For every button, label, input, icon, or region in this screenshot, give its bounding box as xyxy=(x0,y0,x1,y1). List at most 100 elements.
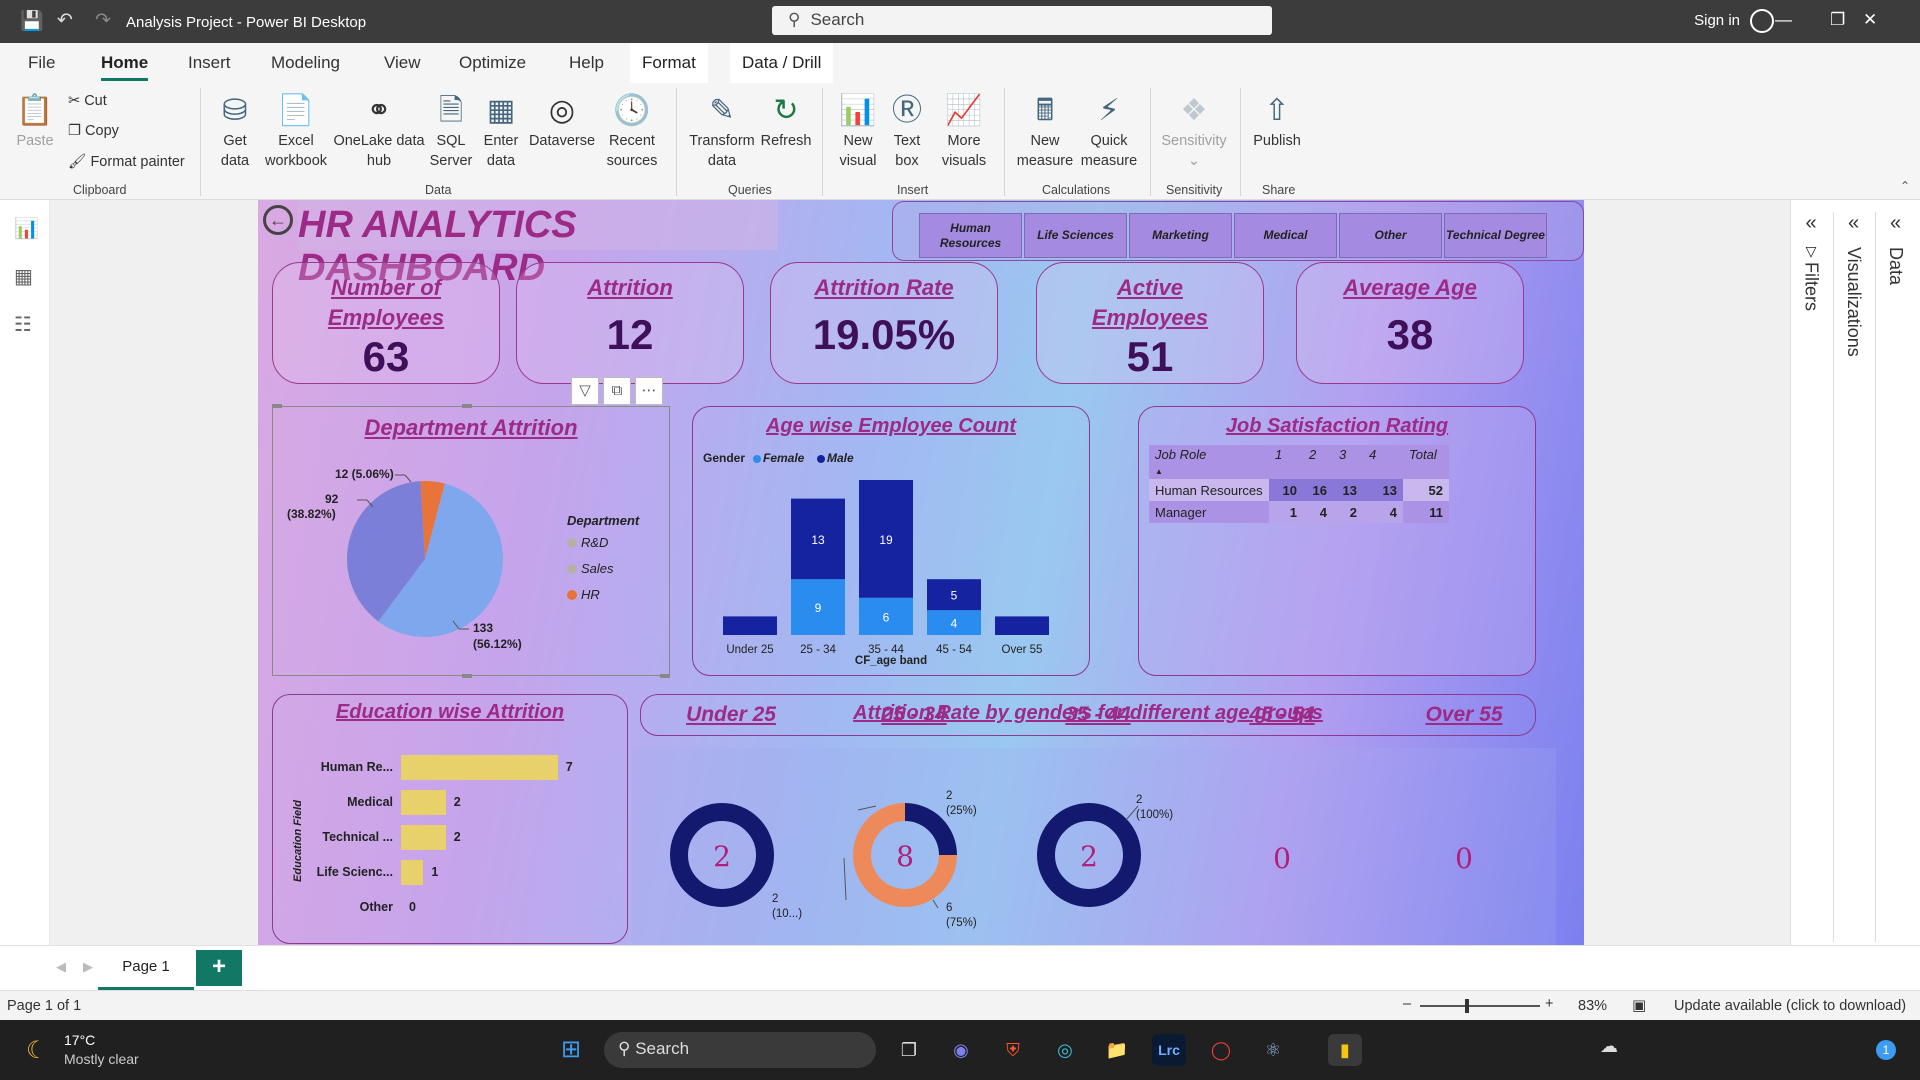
label-leader-line xyxy=(932,899,939,909)
search-icon: ⚲ xyxy=(788,10,801,29)
calculator-icon: 🖩 xyxy=(1036,94,1054,127)
donut-center-value: 0 xyxy=(1273,842,1291,875)
teams-icon[interactable]: ◉ xyxy=(944,1034,978,1066)
minimize-icon[interactable]: — xyxy=(1775,10,1792,30)
report-view-icon[interactable]: 📊 xyxy=(14,216,39,241)
donut-data-label: 2 xyxy=(772,893,779,905)
donut-data-label: (10...) xyxy=(772,908,803,920)
group-label-calculations: Calculations xyxy=(1042,183,1111,197)
zoom-out-button[interactable]: – xyxy=(1403,996,1411,1012)
quick-measure-button[interactable]: ⚡ Quick measure xyxy=(1076,91,1142,171)
copy-button[interactable]: ❐ Copy xyxy=(68,123,119,139)
cut-button[interactable]: ✂ Cut xyxy=(68,93,107,109)
divider xyxy=(1240,88,1241,196)
excel-workbook-button[interactable]: 📄 Excel workbook xyxy=(262,91,330,171)
save-icon[interactable]: 💾 xyxy=(20,9,44,33)
dataverse-button[interactable]: ◎ Dataverse xyxy=(526,91,598,151)
donut-center-value: 2 xyxy=(1080,840,1098,873)
divider xyxy=(822,88,823,196)
weather-icon[interactable]: ☾ xyxy=(26,1036,48,1065)
add-page-button[interactable]: + xyxy=(196,950,242,986)
menu-home[interactable]: Home xyxy=(101,53,149,81)
menu-view[interactable]: View xyxy=(384,53,421,73)
publish-button[interactable]: ⇧ Publish xyxy=(1246,91,1308,151)
undo-icon[interactable]: ↶ xyxy=(57,9,73,32)
more-options-icon[interactable]: ⋯ xyxy=(635,377,663,405)
more-visuals-label-2: visuals xyxy=(941,153,987,169)
sign-in-link[interactable]: Sign in xyxy=(1694,12,1740,29)
zoom-in-button[interactable]: + xyxy=(1545,996,1553,1012)
scroll-left-icon[interactable]: ◀ xyxy=(56,959,66,975)
sensitivity-button[interactable]: ❖ Sensitivity ⌄ xyxy=(1156,91,1232,171)
filters-pane[interactable]: « ▽ Filters xyxy=(1791,212,1831,942)
chevron-left-icon: « xyxy=(1847,212,1860,234)
zoom-slider[interactable] xyxy=(1420,999,1540,1013)
brave-icon[interactable]: ⛨ xyxy=(996,1034,1030,1066)
more-visuals-button[interactable]: 📈 More visuals xyxy=(932,91,996,171)
notification-badge[interactable]: 1 xyxy=(1876,1040,1896,1060)
menu-format[interactable]: Format xyxy=(630,43,708,83)
transform-data-button[interactable]: ✎ Transform data xyxy=(684,91,760,171)
table-view-icon[interactable]: ▦ xyxy=(14,264,33,289)
divider xyxy=(200,88,201,196)
publish-icon: ⇧ xyxy=(1264,94,1290,127)
focus-mode-icon[interactable]: ⧉ xyxy=(603,377,631,405)
new-measure-button[interactable]: 🖩 New measure xyxy=(1012,91,1078,171)
account-icon[interactable] xyxy=(1750,9,1774,33)
enter-data-button[interactable]: ▦ Enter data xyxy=(478,91,524,171)
recent-sources-button[interactable]: 🕓 Recent sources xyxy=(596,91,668,171)
close-icon[interactable]: ✕ xyxy=(1863,10,1877,30)
menu-data-drill[interactable]: Data / Drill xyxy=(730,43,834,83)
menu-help[interactable]: Help xyxy=(569,53,604,73)
menu-optimize[interactable]: Optimize xyxy=(459,53,526,73)
collapse-ribbon-icon[interactable]: ⌃ xyxy=(1900,179,1910,193)
more-visuals-icon: 📈 xyxy=(945,94,983,127)
sql-server-button[interactable]: 🗎 SQL Server xyxy=(428,91,474,171)
tab-page-1[interactable]: Page 1 xyxy=(98,946,194,990)
search-icon: ⚲ xyxy=(618,1039,631,1058)
onelake-hub-button[interactable]: ⚭ OneLake data hub xyxy=(332,91,426,171)
update-available-link[interactable]: Update available (click to download) xyxy=(1674,998,1906,1014)
filter-icon[interactable]: ▽ xyxy=(571,377,599,405)
cloud-icon[interactable]: ☁ xyxy=(1600,1036,1618,1057)
visual-header-toolbar: ▽ ⧉ ⋯ xyxy=(571,377,671,405)
text-box-button[interactable]: Ⓡ Text box xyxy=(884,91,930,171)
sql-label: SQL xyxy=(436,133,466,149)
postgres-icon[interactable]: ⚛ xyxy=(1256,1034,1290,1066)
redo-icon[interactable]: ↷ xyxy=(95,9,111,32)
new-visual-label-2: visual xyxy=(839,153,877,169)
refresh-button[interactable]: ↻ Refresh xyxy=(758,91,814,151)
menu-insert[interactable]: Insert xyxy=(188,53,231,73)
lightroom-icon[interactable]: Lrc xyxy=(1152,1034,1186,1066)
menu-file[interactable]: File xyxy=(28,53,55,73)
menu-modeling[interactable]: Modeling xyxy=(271,53,340,73)
title-search-box[interactable]: ⚲ Search xyxy=(772,6,1272,35)
file-explorer-icon[interactable]: 📁 xyxy=(1100,1034,1134,1066)
sql-label-2: Server xyxy=(429,153,473,169)
windows-start-icon[interactable]: ⊞ xyxy=(554,1034,588,1066)
chevron-left-icon: « xyxy=(1889,212,1902,234)
restore-icon[interactable]: ❐ xyxy=(1830,10,1845,30)
get-data-button[interactable]: ⛁ Get data xyxy=(210,91,260,171)
divider xyxy=(676,88,677,196)
format-painter-button[interactable]: 🖌 Format painter xyxy=(68,153,185,170)
chrome-icon[interactable]: ◯ xyxy=(1204,1034,1238,1066)
scroll-right-icon[interactable]: ▶ xyxy=(83,959,93,975)
fit-page-icon[interactable]: ▣ xyxy=(1632,996,1646,1014)
data-pane[interactable]: « Data xyxy=(1875,212,1915,942)
visualizations-pane[interactable]: « Visualizations xyxy=(1833,212,1873,942)
cut-label: Cut xyxy=(84,93,107,109)
zoom-slider-thumb[interactable] xyxy=(1465,999,1469,1013)
task-view-icon[interactable]: ❐ xyxy=(892,1034,926,1066)
group-label-share: Share xyxy=(1262,183,1296,197)
taskbar-search[interactable]: ⚲ Search xyxy=(604,1032,876,1068)
hr-dashboard-report: ← HR ANALYTICS DASHBOARD Human Resources… xyxy=(258,200,1584,945)
paste-button[interactable]: 📋 Paste xyxy=(12,91,58,151)
status-bar: Page 1 of 1 – + 83% ▣ Update available (… xyxy=(0,990,1920,1020)
get-data-label-2: data xyxy=(220,153,250,169)
edge-icon[interactable]: ◎ xyxy=(1048,1034,1082,1066)
power-bi-icon[interactable]: ▮ xyxy=(1328,1034,1362,1066)
model-view-icon[interactable]: ☷ xyxy=(14,312,32,337)
weather-desc: Mostly clear xyxy=(64,1051,139,1067)
new-visual-button[interactable]: 📊 New visual xyxy=(830,91,886,171)
